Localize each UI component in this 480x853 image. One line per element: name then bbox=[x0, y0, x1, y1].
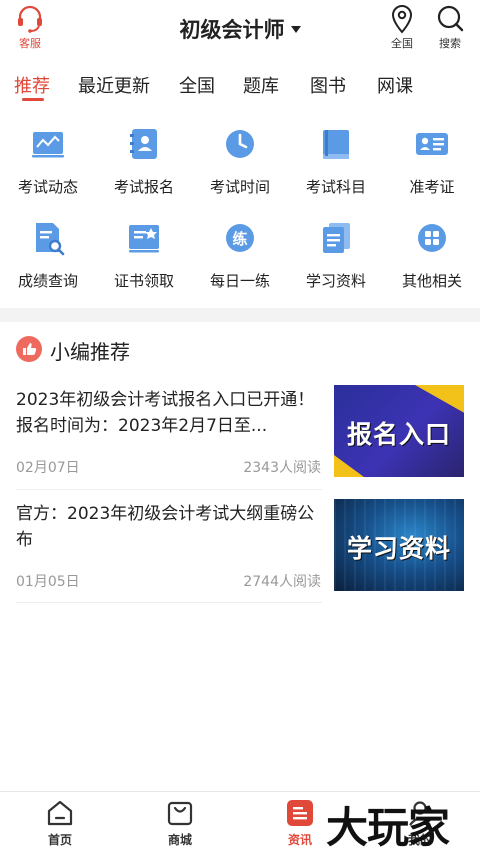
tab-books[interactable]: 图书 bbox=[310, 72, 346, 98]
article-item[interactable]: 官方：2023年初级会计考试大纲重磅公布 01月05日 2744人阅读 学习资料 bbox=[16, 499, 464, 603]
grid-item-subjects[interactable]: 考试科目 bbox=[288, 124, 384, 197]
grid-item-label: 考试报名 bbox=[113, 178, 174, 196]
article-title: 官方：2023年初级会计考试大纲重磅公布 bbox=[16, 504, 315, 550]
certificate-icon bbox=[129, 225, 159, 253]
section-divider bbox=[0, 308, 480, 322]
nav-mall[interactable]: 商城 bbox=[120, 798, 240, 848]
category-tabs: 推荐 最近更新 全国 题库 图书 网课 bbox=[0, 64, 480, 108]
thumbnail-text: 报名入口 bbox=[346, 420, 451, 449]
search-label: 搜索 bbox=[439, 37, 461, 50]
search-icon bbox=[437, 5, 464, 32]
grid-item-certificate[interactable]: 证书领取 bbox=[96, 218, 192, 291]
watermark: 大玩家 bbox=[326, 803, 450, 852]
nav-label: 首页 bbox=[47, 833, 72, 847]
grid-item-label: 学习资料 bbox=[305, 272, 366, 290]
thumbnail-text: 学习资料 bbox=[346, 534, 451, 563]
id-card-icon bbox=[416, 133, 448, 155]
svg-text:练: 练 bbox=[232, 230, 247, 248]
grid-item-other[interactable]: 其他相关 bbox=[384, 218, 480, 291]
nav-home[interactable]: 首页 bbox=[0, 798, 120, 848]
grid-item-registration[interactable]: 考试报名 bbox=[96, 124, 192, 197]
active-tab-indicator bbox=[22, 98, 44, 101]
grid-item-label: 成绩查询 bbox=[17, 272, 78, 290]
article-title: 2023年初级会计考试报名入口已开通！报名时间为：2023年2月7日至... bbox=[16, 390, 315, 436]
news-icon bbox=[287, 800, 313, 826]
grid-item-label: 考试时间 bbox=[209, 178, 270, 196]
tab-question-bank[interactable]: 题库 bbox=[243, 72, 279, 98]
page-title: 初级会计师 bbox=[179, 18, 285, 42]
apps-grid-icon bbox=[418, 224, 446, 252]
grid-item-score-query[interactable]: 成绩查询 bbox=[0, 218, 96, 291]
grid-item-study-materials[interactable]: 学习资料 bbox=[288, 218, 384, 291]
document-search-icon bbox=[36, 223, 65, 256]
list-separator bbox=[16, 489, 322, 490]
grid-item-label: 其他相关 bbox=[401, 272, 462, 290]
nav-label: 商城 bbox=[167, 833, 192, 847]
clock-icon bbox=[226, 130, 254, 158]
grid-item-label: 考试科目 bbox=[305, 178, 366, 196]
chart-line-icon bbox=[32, 132, 64, 158]
grid-item-label: 证书领取 bbox=[113, 272, 174, 290]
grid-item-exam-time[interactable]: 考试时间 bbox=[192, 124, 288, 197]
book-icon bbox=[323, 130, 349, 159]
thumbs-up-icon bbox=[16, 336, 42, 362]
section-title: 小编推荐 bbox=[50, 340, 130, 364]
tab-courses[interactable]: 网课 bbox=[377, 72, 413, 98]
contact-book-icon bbox=[130, 129, 157, 159]
region-label: 全国 bbox=[391, 37, 413, 50]
article-thumbnail: 报名入口 bbox=[334, 385, 464, 477]
article-read-count: 2343人阅读 bbox=[243, 460, 321, 476]
caret-down-icon bbox=[290, 25, 301, 33]
grid-item-label: 每日一练 bbox=[209, 272, 270, 290]
region-button[interactable]: 全国 bbox=[382, 4, 422, 51]
tab-national[interactable]: 全国 bbox=[179, 72, 215, 98]
grid-item-exam-news[interactable]: 考试动态 bbox=[0, 124, 96, 197]
grid-item-daily-practice[interactable]: 练 每日一练 bbox=[192, 218, 288, 291]
grid-item-admission-ticket[interactable]: 准考证 bbox=[384, 124, 480, 197]
header: 客服 初级会计师 全国 搜索 bbox=[0, 0, 480, 58]
grid-item-label: 考试动态 bbox=[17, 178, 78, 196]
tab-recommend[interactable]: 推荐 bbox=[14, 72, 50, 98]
article-read-count: 2744人阅读 bbox=[243, 574, 321, 590]
practice-icon: 练 bbox=[226, 224, 254, 252]
tab-recent[interactable]: 最近更新 bbox=[78, 72, 150, 98]
location-pin-icon bbox=[391, 5, 413, 34]
documents-icon bbox=[323, 223, 350, 253]
article-date: 02月07日 bbox=[16, 460, 80, 476]
list-separator bbox=[16, 602, 322, 603]
home-icon bbox=[47, 800, 73, 826]
grid-item-label: 准考证 bbox=[409, 178, 455, 196]
search-button[interactable]: 搜索 bbox=[430, 4, 470, 51]
article-date: 01月05日 bbox=[16, 574, 80, 590]
article-item[interactable]: 2023年初级会计考试报名入口已开通！报名时间为：2023年2月7日至... 0… bbox=[16, 385, 464, 489]
shopping-bag-icon bbox=[167, 801, 193, 826]
article-thumbnail: 学习资料 bbox=[334, 499, 464, 591]
